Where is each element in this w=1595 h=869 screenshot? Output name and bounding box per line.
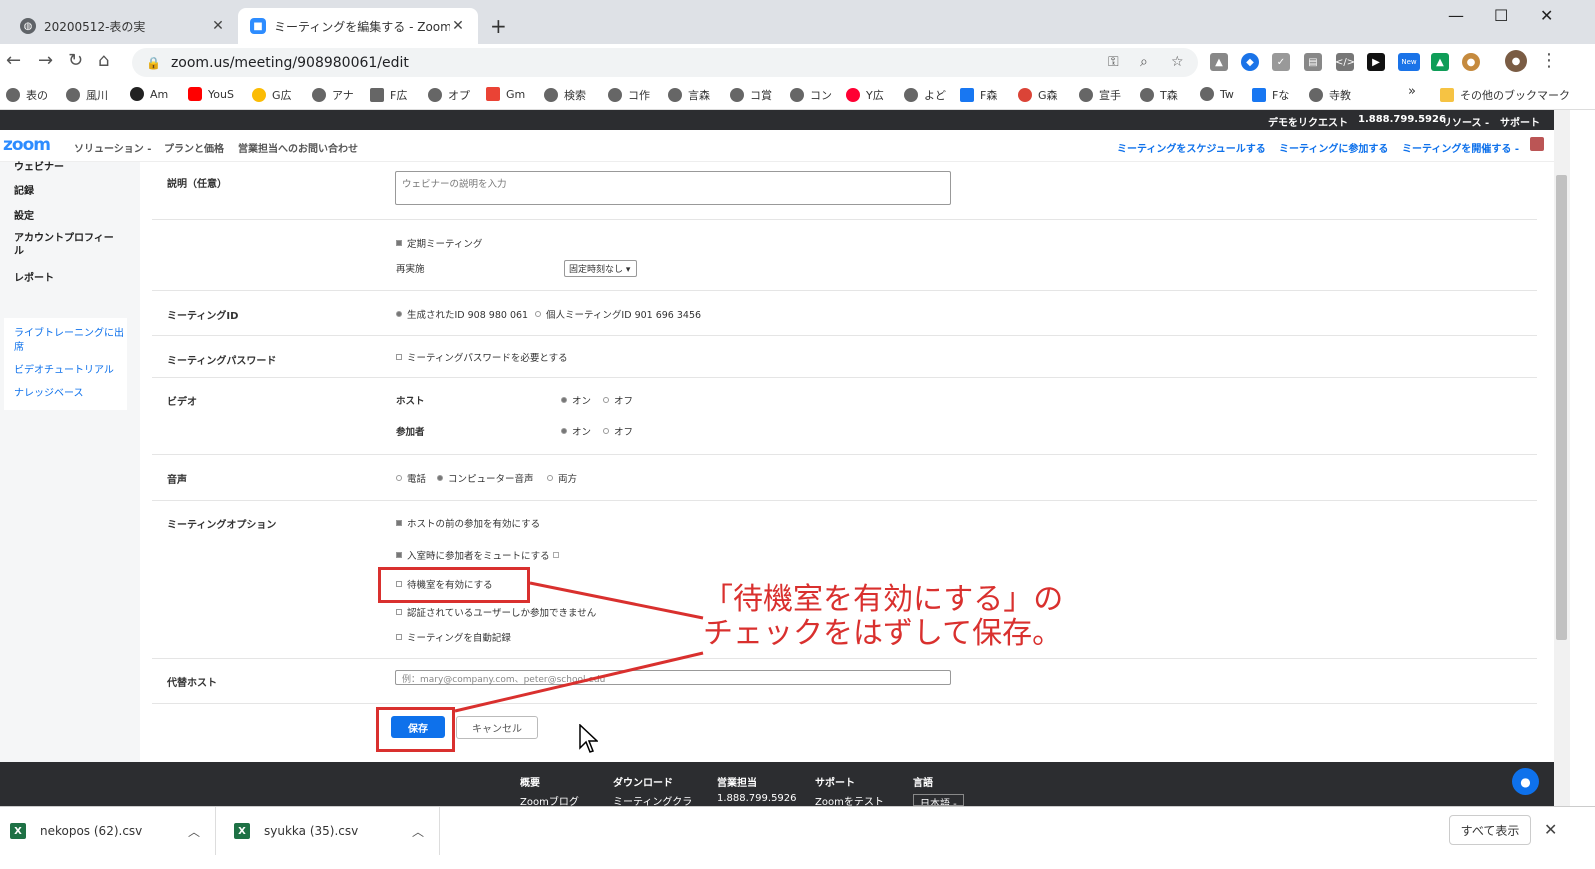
annotation-line-1: 「待機室を有効にする」の [703, 582, 1064, 617]
annotation-callout: 「待機室を有効にする」の チェックをはずして保存。 [703, 583, 1063, 651]
annotation-line [529, 581, 704, 620]
annotation-line [454, 651, 704, 713]
annotation-line-2: チェックをはずして保存。 [703, 616, 1063, 651]
annotation-arrows [454, 581, 704, 713]
mouse-cursor-icon [579, 724, 598, 753]
